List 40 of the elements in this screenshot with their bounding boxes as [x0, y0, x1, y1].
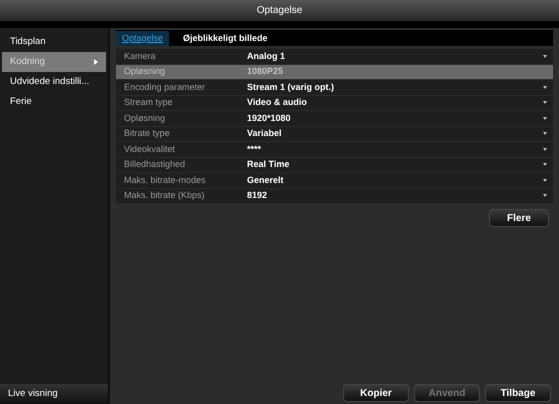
- setting-label: Encoding parameter: [123, 80, 206, 94]
- setting-value[interactable]: Analog 1: [247, 50, 543, 63]
- live-view-button[interactable]: Live visning: [0, 384, 108, 404]
- dropdown-icon[interactable]: [543, 116, 547, 120]
- setting-value: 1080P25: [247, 65, 284, 78]
- setting-value[interactable]: Real Time: [247, 158, 543, 172]
- setting-value[interactable]: Variabel: [247, 127, 543, 140]
- window-title: Optagelse: [256, 4, 302, 18]
- dropdown-icon[interactable]: [543, 54, 547, 58]
- setting-value[interactable]: Generelt: [247, 174, 543, 187]
- setting-label: Maks. bitrate-modes: [123, 174, 207, 186]
- dropdown-icon[interactable]: [543, 86, 547, 89]
- dropdown-icon[interactable]: [543, 132, 547, 136]
- setting-value[interactable]: Video & audio: [247, 96, 543, 110]
- dropdown-icon[interactable]: [543, 194, 547, 198]
- tab[interactable]: Optagelse: [116, 31, 170, 46]
- dropdown-icon[interactable]: [543, 148, 547, 151]
- action-button[interactable]: Kopier: [343, 384, 409, 402]
- sidebar-item[interactable]: Tidsplan: [2, 32, 106, 52]
- dropdown-icon[interactable]: [543, 178, 547, 182]
- setting-label: Opløsning: [123, 65, 166, 78]
- sidebar-item[interactable]: Udvidede indstilli...: [2, 72, 106, 92]
- arrow-icon: [94, 59, 98, 65]
- dropdown-icon[interactable]: [543, 101, 547, 104]
- setting-value[interactable]: 8192: [247, 189, 543, 202]
- tab[interactable]: Øjeblikkeligt billede: [177, 31, 274, 46]
- setting-label: Billedhastighed: [123, 158, 186, 171]
- setting-value[interactable]: ****: [247, 142, 543, 156]
- setting-label: Maks. bitrate (Kbps): [123, 189, 206, 202]
- setting-value[interactable]: 1920*1080: [247, 112, 543, 125]
- setting-label: Bitrate type: [123, 127, 171, 140]
- action-button[interactable]: Tilbage: [485, 384, 551, 402]
- setting-label: Kamera: [123, 50, 157, 62]
- setting-label: Opløsning: [123, 112, 166, 125]
- dropdown-icon[interactable]: [543, 163, 547, 166]
- setting-value[interactable]: Stream 1 (varig opt.): [247, 80, 543, 94]
- setting-label: Stream type: [123, 96, 174, 109]
- sidebar-item[interactable]: Ferie: [2, 92, 106, 112]
- more-button[interactable]: Flere: [489, 209, 549, 227]
- setting-label: Videokvalitet: [123, 142, 176, 156]
